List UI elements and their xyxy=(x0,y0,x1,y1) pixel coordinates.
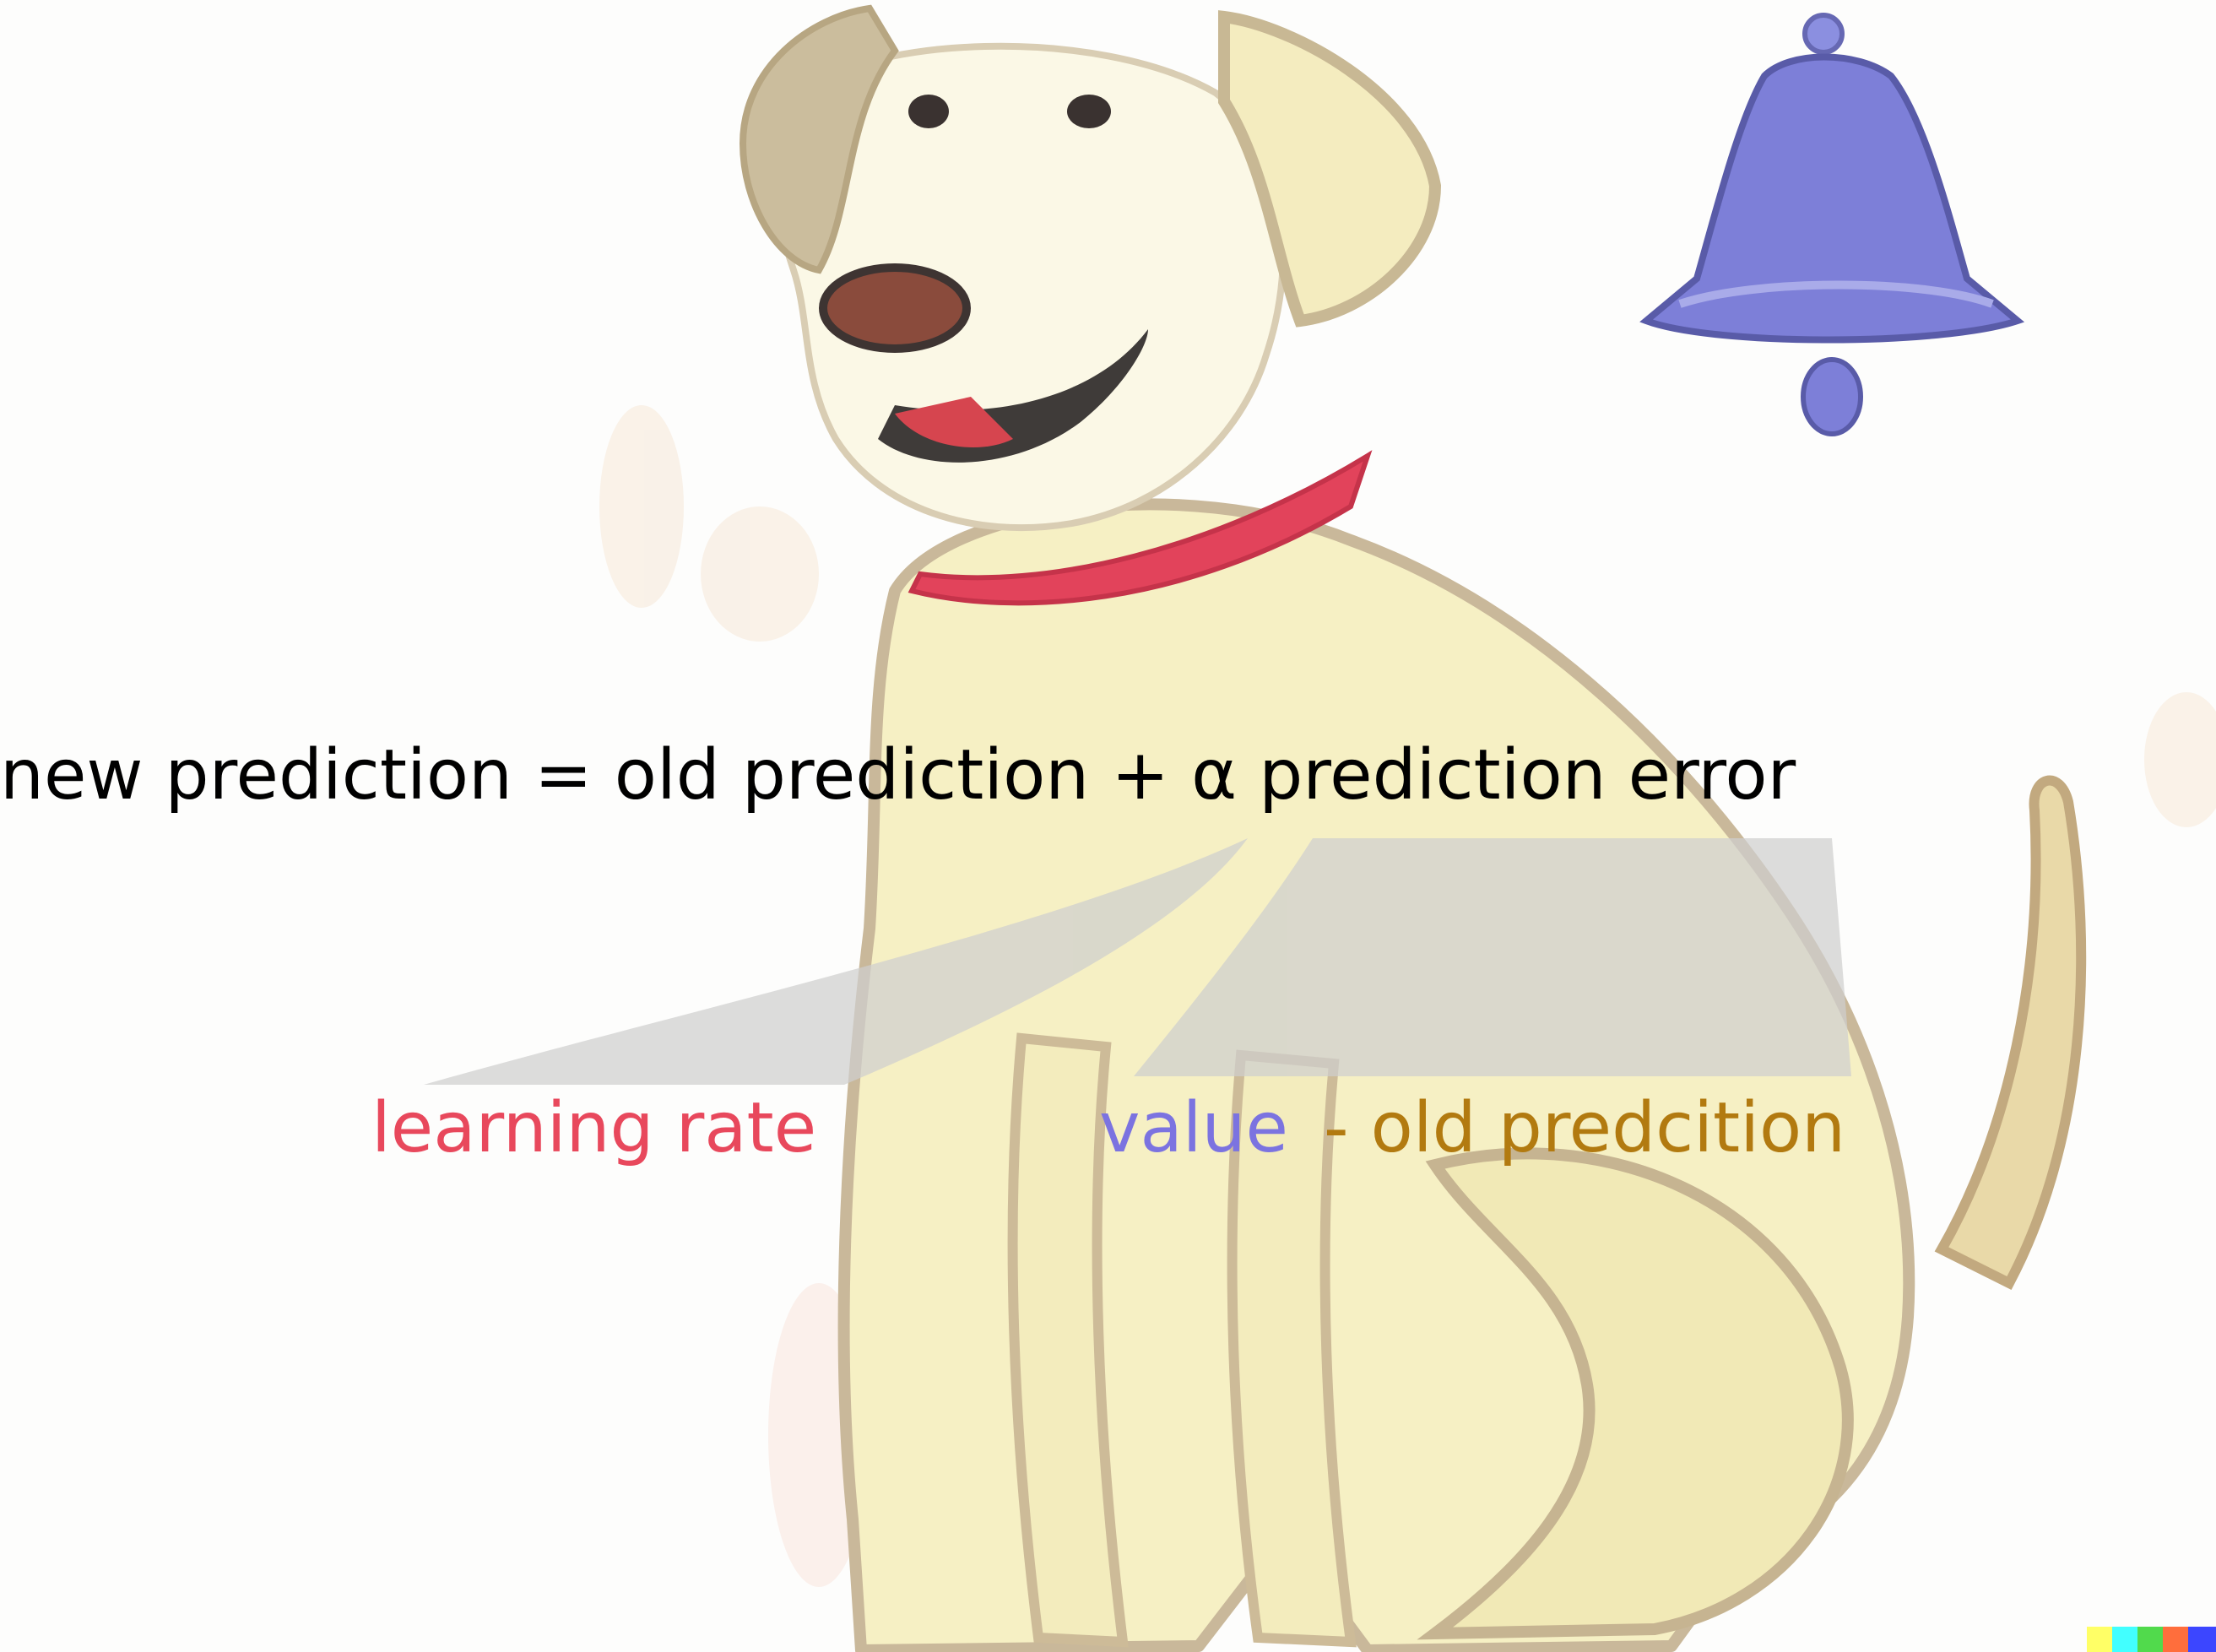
bell-icon xyxy=(1639,13,2025,436)
minus-old-prediction-label: - old predcition xyxy=(1324,1088,1846,1168)
learning-rate-label: learning rate xyxy=(371,1088,817,1168)
dog-tail xyxy=(1934,775,2087,1290)
value-label: value xyxy=(1099,1088,1288,1168)
illustration-layer xyxy=(424,4,2216,1652)
dog-eye-right xyxy=(1067,95,1111,128)
dog-eye-left xyxy=(908,95,949,128)
equation-text: new prediction = old prediction + α pred… xyxy=(0,735,1796,815)
dog-nose xyxy=(819,263,971,353)
color-chip-logo xyxy=(2087,1627,2216,1652)
slide-canvas: new prediction = old prediction + α pred… xyxy=(0,0,2216,1652)
